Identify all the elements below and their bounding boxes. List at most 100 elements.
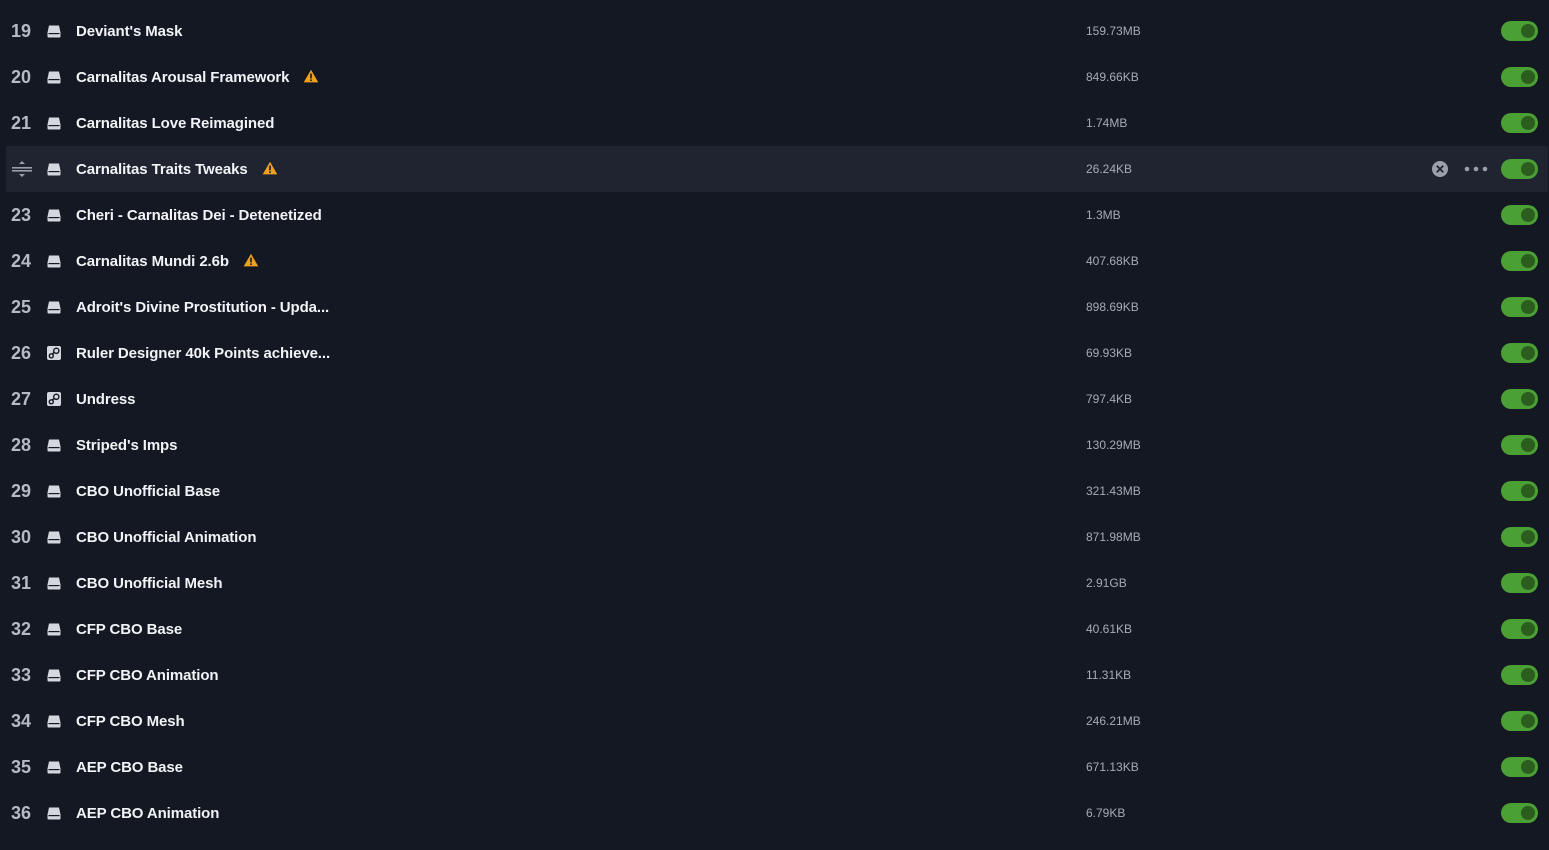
drive-icon [46, 575, 62, 591]
drive-icon [46, 437, 62, 453]
mod-size: 6.79KB [1086, 806, 1126, 820]
enable-toggle[interactable] [1501, 573, 1538, 593]
more-options-icon[interactable] [1463, 160, 1489, 178]
enable-toggle[interactable] [1501, 481, 1538, 501]
mod-name-label: AEP CBO Animation [76, 804, 220, 822]
toggle-knob [1521, 714, 1535, 728]
mod-row[interactable]: 25 Adroit's Divine Prostitution - Upda...… [6, 284, 1548, 330]
enable-toggle[interactable] [1501, 665, 1538, 685]
enable-toggle[interactable] [1501, 21, 1538, 41]
load-order-index: 30 [11, 526, 32, 547]
toggle-knob [1521, 346, 1535, 360]
mod-name-label: Carnalitas Arousal Framework [76, 68, 290, 86]
toggle-knob [1521, 668, 1535, 682]
load-order-index: 24 [11, 250, 32, 271]
load-order-index: 25 [11, 296, 32, 317]
drive-icon [46, 161, 62, 177]
mod-name-label: Striped's Imps [76, 436, 178, 454]
toggle-knob [1521, 162, 1535, 176]
load-order-index: 19 [11, 20, 32, 41]
mod-name: CFP CBO Mesh [76, 713, 185, 730]
mod-name-label: CBO Unofficial Base [76, 482, 220, 500]
mod-row[interactable]: 36 AEP CBO Animation 6.79KB [6, 790, 1548, 836]
load-order-index: 23 [11, 204, 32, 225]
mod-name: AEP CBO Base [76, 759, 183, 776]
mod-name: CBO Unofficial Base [76, 483, 220, 500]
enable-toggle[interactable] [1501, 67, 1538, 87]
mod-size: 11.31KB [1086, 668, 1132, 682]
enable-toggle[interactable] [1501, 803, 1538, 823]
mod-size: 40.61KB [1086, 622, 1133, 636]
enable-toggle[interactable] [1501, 527, 1538, 547]
mod-size: 321.43MB [1086, 484, 1141, 498]
toggle-knob [1521, 806, 1535, 820]
drive-icon [46, 69, 62, 85]
load-order-index: 36 [11, 802, 32, 823]
mod-name-label: Cheri - Carnalitas Dei - Detenetized [76, 206, 322, 224]
mod-row[interactable]: 26 Ruler Designer 40k Points achieve... 69… [6, 330, 1548, 376]
mod-size: 797.4KB [1086, 392, 1133, 406]
toggle-knob [1521, 530, 1535, 544]
warning-icon[interactable] [262, 161, 278, 175]
mod-name: Striped's Imps [76, 437, 177, 454]
mod-name: AEP CBO Animation [76, 805, 219, 822]
enable-toggle[interactable] [1501, 343, 1538, 363]
mod-name-label: Carnalitas Traits Tweaks [76, 160, 248, 178]
enable-toggle[interactable] [1501, 435, 1538, 455]
mod-size: 246.21MB [1086, 714, 1141, 728]
load-order-index: 31 [11, 572, 32, 593]
enable-toggle[interactable] [1501, 757, 1538, 777]
drive-icon [46, 115, 62, 131]
warning-icon[interactable] [243, 253, 259, 267]
mod-row[interactable]: 28 Striped's Imps 130.29MB [6, 422, 1548, 468]
mod-row[interactable]: 20 Carnalitas Arousal Framework 849.66KB [6, 54, 1548, 100]
mod-name-label: Adroit's Divine Prostitution - Upda... [76, 298, 330, 316]
mod-size: 1.3MB [1086, 208, 1121, 222]
drive-icon [46, 529, 62, 545]
mod-row[interactable]: Carnalitas Traits Tweaks 26.24KB [6, 146, 1548, 192]
mod-name-label: Deviant's Mask [76, 22, 183, 40]
mod-name: Cheri - Carnalitas Dei - Detenetized [76, 207, 322, 224]
mod-size: 130.29MB [1086, 438, 1141, 452]
mod-row[interactable]: 21 Carnalitas Love Reimagined 1.74MB [6, 100, 1548, 146]
mod-row[interactable]: 33 CFP CBO Animation 11.31KB [6, 652, 1548, 698]
mod-row[interactable]: 29 CBO Unofficial Base 321.43MB [6, 468, 1548, 514]
mod-row[interactable]: 30 CBO Unofficial Animation 871.98MB [6, 514, 1548, 560]
enable-toggle[interactable] [1501, 159, 1538, 179]
mod-list: 19 Deviant's Mask 159.73MB 20 Carnalitas Aro… [0, 0, 1549, 850]
enable-toggle[interactable] [1501, 711, 1538, 731]
enable-toggle[interactable] [1501, 113, 1538, 133]
enable-toggle[interactable] [1501, 251, 1538, 271]
mod-row[interactable]: 32 CFP CBO Base 40.61KB [6, 606, 1548, 652]
drive-icon [46, 759, 62, 775]
load-order-index: 29 [11, 480, 32, 501]
mod-name: CBO Unofficial Mesh [76, 575, 223, 592]
mod-size: 849.66KB [1086, 70, 1139, 84]
mod-row[interactable]: 27 Undress 797.4KB [6, 376, 1548, 422]
mod-size: 898.69KB [1086, 300, 1139, 314]
toggle-knob [1521, 24, 1535, 38]
mod-size: 69.93KB [1086, 346, 1133, 360]
enable-toggle[interactable] [1501, 619, 1538, 639]
mod-row[interactable]: 34 CFP CBO Mesh 246.21MB [6, 698, 1548, 744]
mod-size: 2.91GB [1086, 576, 1127, 590]
mod-size: 1.74MB [1086, 116, 1128, 130]
drive-icon [46, 621, 62, 637]
mod-row[interactable]: 24 Carnalitas Mundi 2.6b 407.68KB [6, 238, 1548, 284]
toggle-knob [1521, 254, 1535, 268]
mod-row[interactable]: 35 AEP CBO Base 671.13KB [6, 744, 1548, 790]
mod-row[interactable]: 23 Cheri - Carnalitas Dei - Detenetized 1.… [6, 192, 1548, 238]
enable-toggle[interactable] [1501, 297, 1538, 317]
mod-name: Carnalitas Mundi 2.6b [76, 253, 259, 270]
warning-icon[interactable] [303, 69, 319, 83]
mod-name-label: Ruler Designer 40k Points achieve... [76, 344, 331, 362]
drive-icon [46, 207, 62, 223]
mod-name-label: Carnalitas Mundi 2.6b [76, 252, 229, 270]
mod-row[interactable]: 19 Deviant's Mask 159.73MB [6, 8, 1548, 54]
enable-toggle[interactable] [1501, 389, 1538, 409]
drag-handle-icon[interactable] [11, 160, 33, 178]
mod-row[interactable]: 31 CBO Unofficial Mesh 2.91GB [6, 560, 1548, 606]
enable-toggle[interactable] [1501, 205, 1538, 225]
clear-icon[interactable] [1431, 160, 1449, 178]
mod-size: 26.24KB [1086, 162, 1133, 176]
